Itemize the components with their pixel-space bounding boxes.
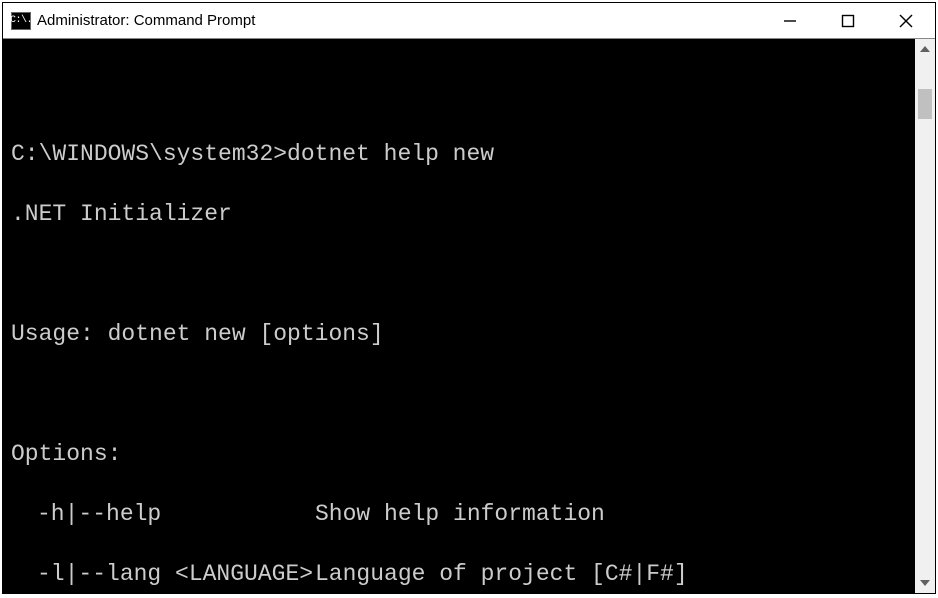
- maximize-icon: [841, 14, 855, 28]
- maximize-button[interactable]: [819, 3, 877, 39]
- option-row: -l|--lang <LANGUAGE>Language of project …: [11, 559, 907, 589]
- window-title: Administrator: Command Prompt: [37, 12, 255, 29]
- options-header: Options:: [11, 439, 907, 469]
- option-desc: Show help information: [315, 499, 605, 529]
- vertical-scrollbar[interactable]: [915, 39, 935, 593]
- blank-line: [11, 79, 907, 109]
- command-prompt-window: C:\. Administrator: Command Prompt C:\WI…: [2, 2, 936, 594]
- prompt-line-1: C:\WINDOWS\system32>dotnet help new: [11, 139, 907, 169]
- option-flag: -h|--help: [11, 499, 315, 529]
- titlebar[interactable]: C:\. Administrator: Command Prompt: [3, 3, 935, 39]
- output-header: .NET Initializer: [11, 199, 907, 229]
- terminal-client-area: C:\WINDOWS\system32>dotnet help new .NET…: [3, 39, 935, 593]
- scroll-up-arrow-icon[interactable]: [915, 39, 935, 59]
- minimize-button[interactable]: [761, 3, 819, 39]
- terminal-output[interactable]: C:\WINDOWS\system32>dotnet help new .NET…: [3, 39, 915, 593]
- typed-command: dotnet help new: [287, 139, 494, 169]
- blank-line: [11, 379, 907, 409]
- option-desc: Language of project [C#|F#]: [315, 559, 688, 589]
- scroll-down-arrow-icon[interactable]: [915, 573, 935, 593]
- prompt-path: C:\WINDOWS\system32>: [11, 139, 287, 169]
- blank-line: [11, 259, 907, 289]
- close-icon: [898, 13, 914, 29]
- scroll-thumb[interactable]: [918, 89, 932, 119]
- option-row: -h|--helpShow help information: [11, 499, 907, 529]
- minimize-icon: [783, 14, 797, 28]
- usage-line: Usage: dotnet new [options]: [11, 319, 907, 349]
- option-flag: -l|--lang <LANGUAGE>: [11, 559, 315, 589]
- scroll-track[interactable]: [915, 59, 935, 573]
- cmd-icon: C:\.: [11, 12, 31, 30]
- close-button[interactable]: [877, 3, 935, 39]
